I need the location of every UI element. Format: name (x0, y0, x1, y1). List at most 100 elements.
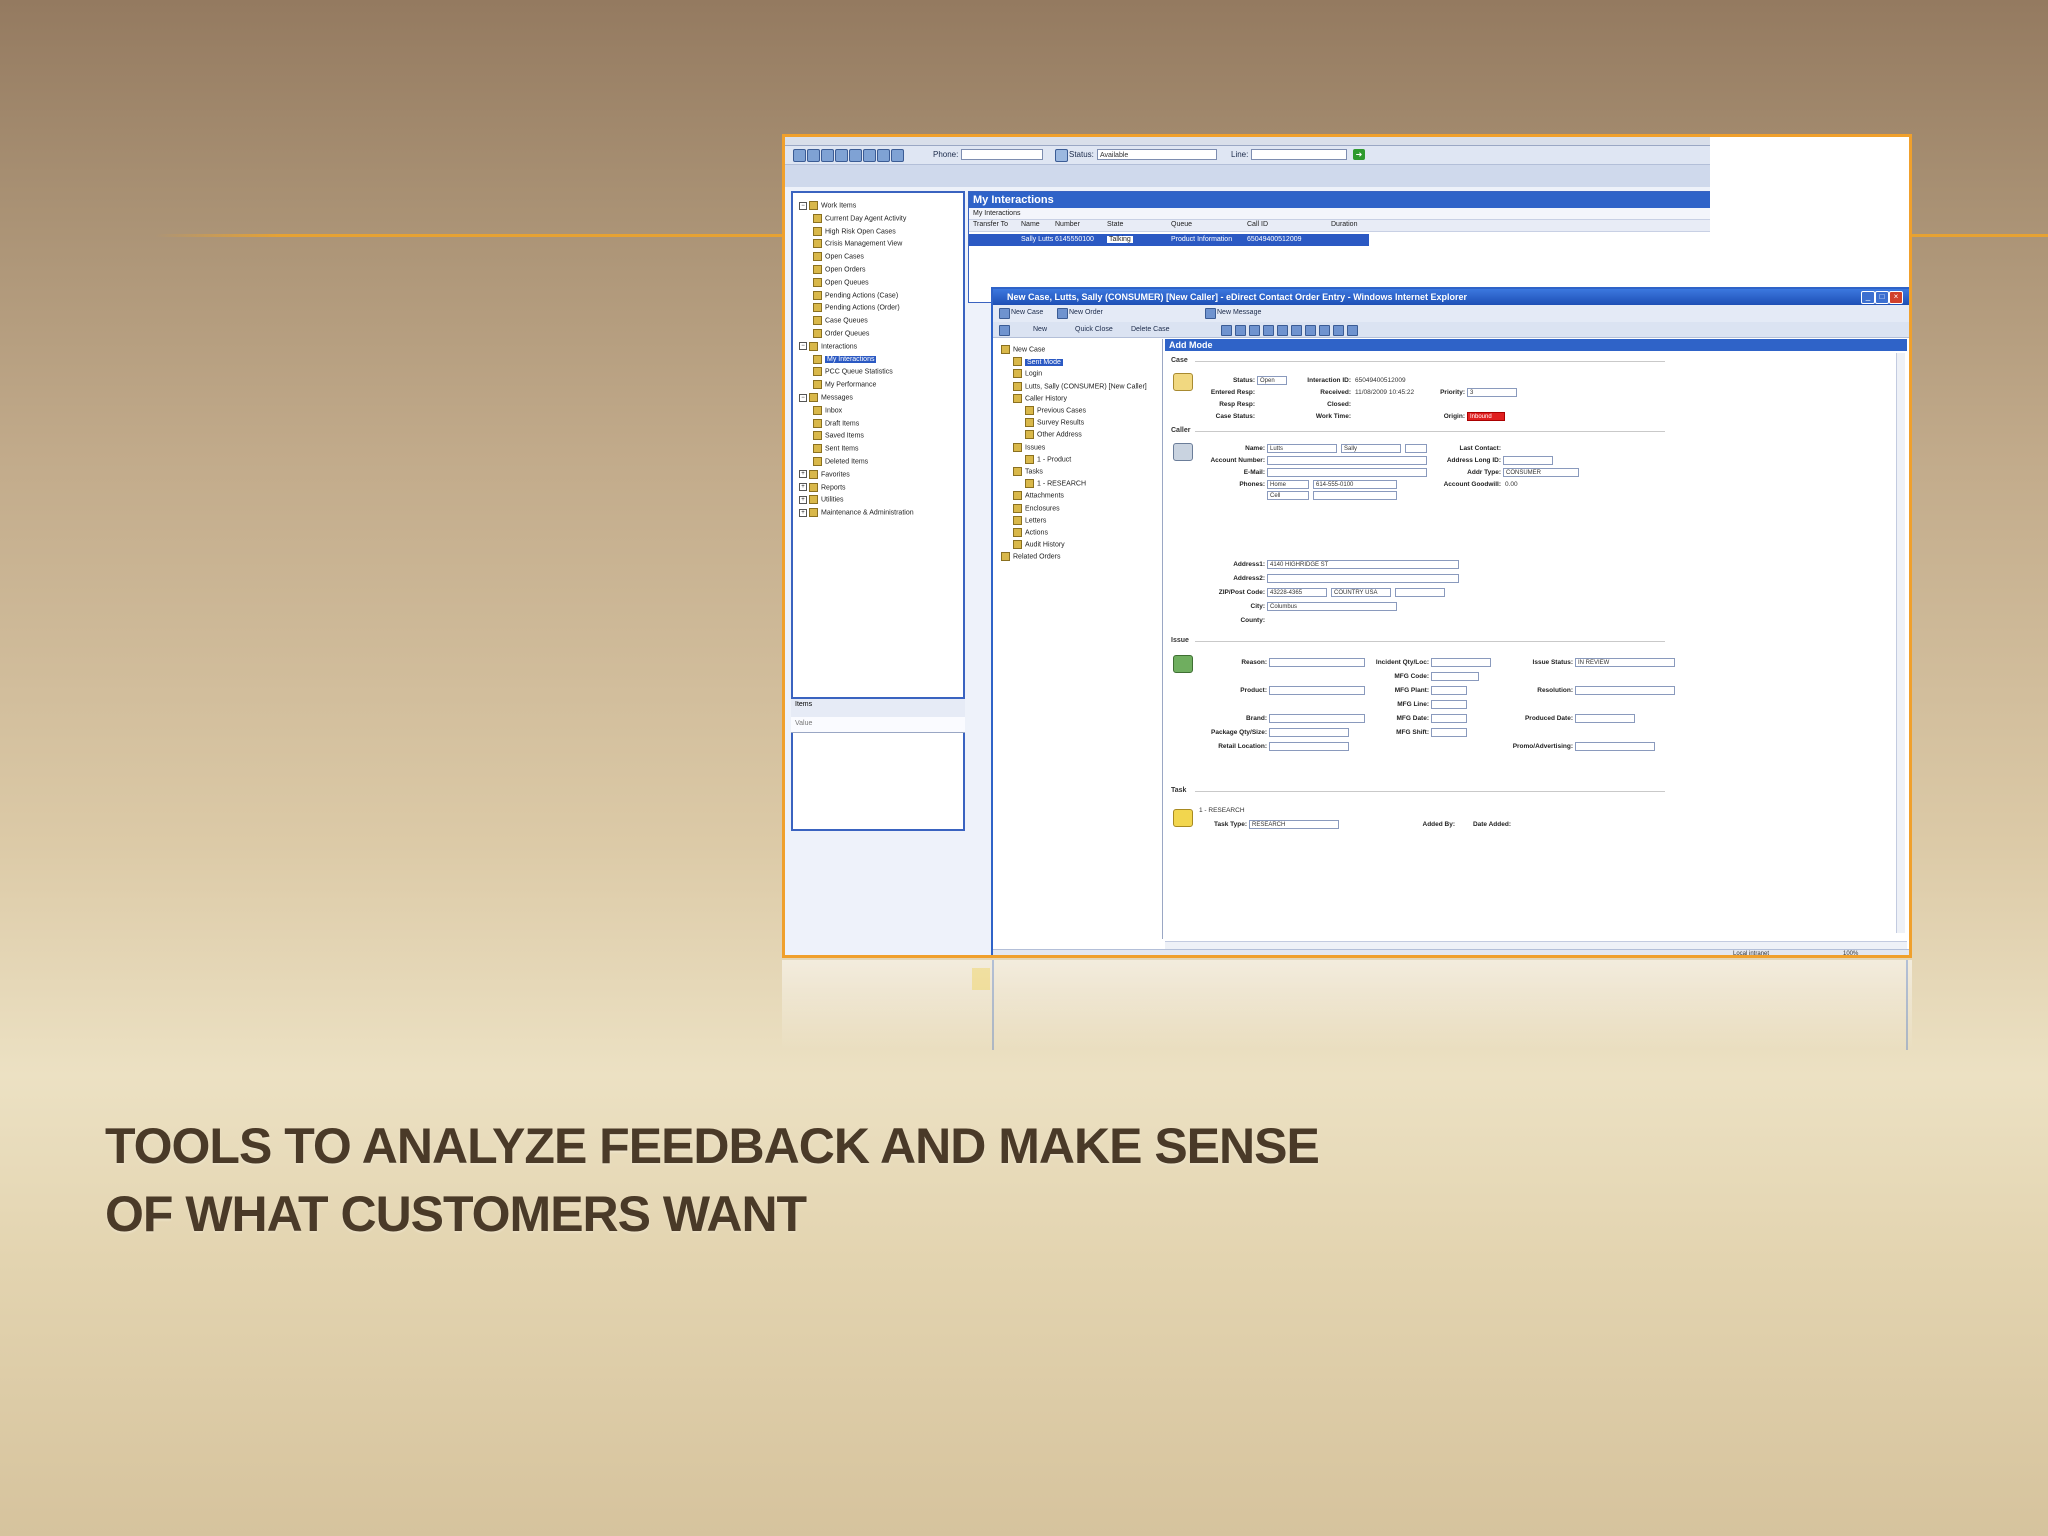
phone-combo[interactable] (961, 149, 1043, 160)
new-case-button[interactable]: New Case (1011, 309, 1043, 316)
toolbar-icon[interactable] (849, 149, 862, 162)
tree-item[interactable]: Open Cases (813, 252, 864, 262)
case-tree-item[interactable]: Login (1013, 369, 1042, 379)
status-combo[interactable]: Available (1097, 149, 1217, 160)
tree-item[interactable]: My Interactions (813, 354, 877, 364)
col-header[interactable]: Transfer To (973, 221, 1008, 228)
toolbar-icon[interactable] (1319, 325, 1330, 336)
table-row[interactable]: Sally Lutts 6145550100 Talking Product I… (969, 234, 1369, 246)
col-header[interactable]: Queue (1171, 221, 1192, 228)
tree-item[interactable]: PCC Queue Statistics (813, 367, 893, 377)
first-name-field[interactable]: Lutts (1267, 444, 1337, 453)
col-header[interactable]: Name (1021, 221, 1040, 228)
zoom-label[interactable]: 100% (1843, 951, 1858, 955)
case-tree-item[interactable]: New Case (1001, 345, 1045, 354)
case-tree-item[interactable]: Audit History (1013, 540, 1065, 550)
quick-close-button[interactable]: Quick Close (1075, 326, 1113, 333)
tree-item[interactable]: Deleted Items (813, 457, 868, 466)
mfg-plant-field[interactable] (1431, 686, 1467, 695)
address-long-id-select[interactable] (1503, 456, 1553, 465)
tree-item[interactable]: Open Orders (813, 265, 865, 274)
status-field[interactable]: Open (1257, 376, 1287, 385)
minimize-icon[interactable]: _ (1861, 291, 1875, 304)
tree-item[interactable]: + Utilities (799, 495, 844, 505)
tree-item[interactable]: Case Queues (813, 316, 868, 326)
toolbar-icon[interactable] (1333, 325, 1344, 336)
toolbar-icon[interactable] (1235, 325, 1246, 336)
col-header[interactable]: Duration (1331, 221, 1357, 228)
tree-item[interactable]: Pending Actions (Case) (813, 290, 898, 300)
tree-item[interactable]: Saved Items (813, 431, 864, 441)
address2-field[interactable] (1267, 574, 1459, 583)
col-header[interactable]: Number (1055, 221, 1080, 228)
phone2-field[interactable] (1313, 491, 1397, 500)
toolbar-icon[interactable] (1347, 325, 1358, 336)
last-name-field[interactable]: Sally (1341, 444, 1401, 453)
toolbar-icon[interactable] (807, 149, 820, 162)
produced-date-field[interactable] (1575, 714, 1635, 723)
case-tree-item[interactable]: Tasks (1013, 467, 1043, 476)
case-tree-item[interactable]: Previous Cases (1025, 406, 1086, 415)
tree-item[interactable]: Crisis Management View (813, 239, 902, 249)
address1-field[interactable]: 4140 HIGHRIDGE ST (1267, 560, 1459, 569)
city-select[interactable]: Columbus (1267, 602, 1397, 611)
case-tree-item[interactable]: Related Orders (1001, 552, 1060, 562)
tree-item[interactable]: + Maintenance & Administration (799, 508, 914, 518)
expander-icon[interactable]: + (799, 470, 807, 479)
maximize-icon[interactable]: □ (1875, 291, 1889, 304)
toolbar-icon[interactable] (1305, 325, 1316, 336)
new-order-button[interactable]: New Order (1069, 309, 1103, 316)
case-tree-item[interactable]: Caller History (1013, 393, 1067, 403)
case-tree-item[interactable]: 1 - Product (1025, 454, 1071, 464)
case-tree-item[interactable]: Actions (1013, 528, 1048, 537)
phone-type-select[interactable]: Home (1267, 480, 1309, 489)
tree-item[interactable]: − Work Items (799, 201, 856, 210)
priority-select[interactable]: 3 (1467, 388, 1517, 397)
tree-item[interactable]: + Reports (799, 482, 846, 492)
reason-select[interactable] (1269, 658, 1365, 667)
mfg-code-field[interactable] (1431, 672, 1479, 681)
zip-field[interactable]: 43228-4365 (1267, 588, 1327, 597)
toolbar-icon[interactable] (1277, 325, 1288, 336)
task-type-select[interactable]: RESEARCH (1249, 820, 1339, 829)
package-select[interactable] (1269, 728, 1349, 737)
mfg-shift-field[interactable] (1431, 728, 1467, 737)
expander-icon[interactable]: − (799, 342, 807, 351)
issue-status-select[interactable]: IN REVIEW (1575, 658, 1675, 667)
region-select[interactable] (1395, 588, 1445, 597)
expander-icon[interactable]: + (799, 483, 807, 492)
phone-field[interactable]: 614-555-0100 (1313, 480, 1397, 489)
promo-select[interactable] (1575, 742, 1655, 751)
toolbar-icon[interactable] (1263, 325, 1274, 336)
tree-item[interactable]: Open Queues (813, 277, 869, 287)
expander-icon[interactable]: + (799, 495, 807, 504)
origin-select[interactable]: Inbound (1467, 412, 1505, 421)
tree-item[interactable]: High Risk Open Cases (813, 226, 896, 236)
tree-item[interactable]: Pending Actions (Order) (813, 303, 900, 313)
case-tree-item[interactable]: Attachments (1013, 491, 1064, 501)
toolbar-icon[interactable] (821, 149, 834, 162)
mfg-line-field[interactable] (1431, 700, 1467, 709)
line-combo[interactable] (1251, 149, 1347, 160)
case-tree-item[interactable]: Lutts, Sally (CONSUMER) [New Caller] (1013, 381, 1147, 391)
tree-item[interactable]: − Messages (799, 393, 853, 402)
case-tree-item[interactable]: Sent Mode (1013, 357, 1063, 367)
product-select[interactable] (1269, 686, 1365, 695)
expander-icon[interactable]: − (799, 201, 807, 210)
phone-type2-select[interactable]: Cell (1267, 491, 1309, 500)
tree-item[interactable]: + Favorites (799, 469, 850, 479)
col-header[interactable]: Call ID (1247, 221, 1268, 228)
name-suffix-field[interactable] (1405, 444, 1427, 453)
resolution-select[interactable] (1575, 686, 1675, 695)
tree-item[interactable]: Order Queues (813, 329, 869, 338)
toolbar-icon[interactable] (877, 149, 890, 162)
toolbar-icon[interactable] (891, 149, 904, 162)
tree-item[interactable]: Inbox (813, 405, 842, 415)
toolbar-icon[interactable] (863, 149, 876, 162)
delete-case-button[interactable]: Delete Case (1131, 326, 1170, 333)
expander-icon[interactable]: − (799, 393, 807, 402)
retail-location-select[interactable] (1269, 742, 1349, 751)
task-item[interactable]: 1 - RESEARCH (1199, 807, 1245, 814)
new-message-button[interactable]: New Message (1217, 309, 1261, 316)
save-icon[interactable] (999, 325, 1010, 336)
